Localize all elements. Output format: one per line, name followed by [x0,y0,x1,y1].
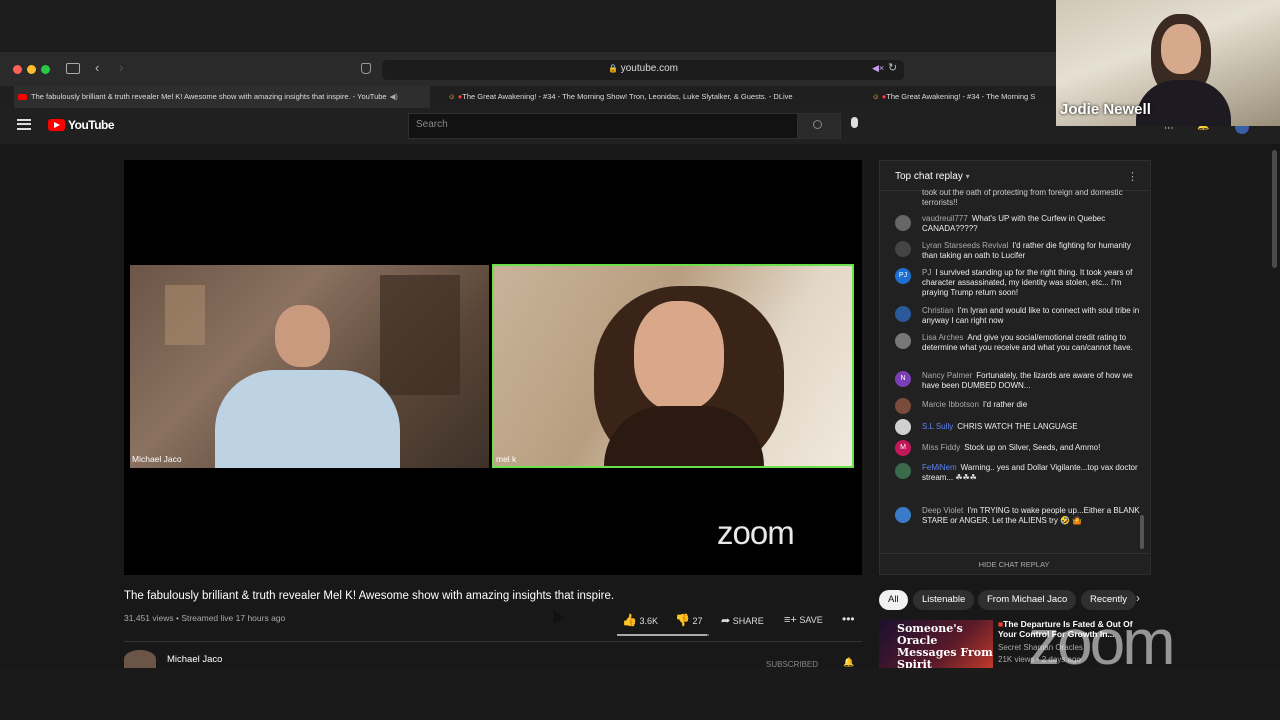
share-arrow-icon: ➦ [721,615,731,627]
like-ratio-bar [617,634,709,636]
chat-message: vaudreuil777 What's UP with the Curfew in… [922,214,1106,233]
chat-message: Deep Violet I'm TRYING to wake people up.… [922,506,1140,525]
forward-arrow-icon[interactable]: › [119,60,123,75]
video-meta: 31,451 views • Streamed live 17 hours ag… [124,613,286,623]
page-scrollbar[interactable] [1272,150,1277,268]
more-actions-icon[interactable]: ••• [842,612,855,626]
search-placeholder: Search [416,119,448,130]
sidebar-toggle-icon[interactable] [66,63,80,74]
chat-divider [879,553,1149,554]
playlist-add-icon: ≡+ [784,614,797,626]
chat-menu-icon[interactable]: ⋮ [1127,170,1138,183]
chip-all[interactable]: All [879,590,908,610]
reload-icon[interactable]: ↻ [888,61,897,74]
participant-video-left [130,265,489,468]
video-title: The fabulously brilliant & truth reveale… [124,590,615,602]
thumbnail-text: Someone's Oracle Messages From Spirit [897,622,993,669]
chat-message: FeMiNem Warning.. yes and Dollar Vigilant… [922,463,1138,482]
emoji-favicon-icon: ☺ [872,92,880,101]
save-button[interactable]: ≡+ SAVE [784,614,823,626]
address-bar-text: 🔒 youtube.com [607,63,678,74]
chat-avatar [895,463,911,479]
zoom-logo: zoom [717,514,795,551]
chat-message: S.L Sully CHRIS WATCH THE LANGUAGE [922,422,1078,431]
speaker-icon[interactable]: ◀) [390,92,398,101]
zoom-watermark: zoom [1028,606,1175,678]
chat-avatar [895,215,911,231]
chat-message: Lisa Arches And give you social/emotional… [922,333,1133,352]
participant-name-left: Michael Jaco [132,454,182,464]
channel-name[interactable]: Michael Jaco [167,654,222,665]
search-input[interactable] [408,113,798,139]
thumbs-up-icon: 👍 [622,613,637,627]
hide-chat-button[interactable]: HIDE CHAT REPLAY [879,560,1149,569]
caret-down-icon: ▾ [965,172,970,181]
speaker-muted-icon[interactable]: ◀× [872,63,884,74]
thumbs-down-icon: 👎 [675,613,690,627]
tab-dlive-2[interactable]: ☺ ●The Great Awakening! - #34 - The Morn… [872,86,1056,108]
privacy-shield-icon[interactable] [361,63,371,74]
divider [124,641,862,642]
youtube-logo-icon[interactable] [48,119,65,131]
channel-avatar[interactable] [124,650,156,668]
lock-icon: 🔒 [607,64,618,73]
chat-message: Miss Fiddy Stock up on Silver, Seeds, and… [922,443,1101,452]
search-button[interactable] [797,113,841,139]
chat-avatar: M [895,440,911,456]
chat-avatar [895,241,911,257]
chevron-right-icon[interactable]: › [1136,591,1140,605]
maximize-window-button[interactable] [41,65,50,74]
search-icon [813,120,822,129]
chat-message: Marcie Ibbotson I'd rather die [922,400,1028,409]
back-arrow-icon[interactable]: ‹ [95,60,99,75]
chat-avatar [895,333,911,349]
youtube-logo-text[interactable]: YouTube [68,118,115,132]
chat-avatar [895,507,911,523]
chat-avatar: PJ [895,268,911,284]
chat-message: took out the oath of protecting from for… [922,188,1123,207]
like-button[interactable]: 👍 3.6K [622,613,658,627]
emoji-favicon-icon: ☺ [448,92,456,101]
tab-dlive-1[interactable]: ☺ ●The Great Awakening! - #34 - The Morn… [448,86,844,108]
chat-avatar [895,306,911,322]
overlay-participant-name: Jodie Newell [1060,101,1151,118]
share-button[interactable]: ➦ SHARE [721,614,764,627]
chat-message: Nancy Palmer Fortunately, the lizards are… [922,371,1133,390]
chip-listenable[interactable]: Listenable [913,590,975,610]
close-window-button[interactable] [13,65,22,74]
tab-youtube[interactable]: The fabulously brilliant & truth reveale… [14,86,430,108]
chat-message: Christian I'm lyran and would like to con… [922,306,1140,325]
chat-message: Lyran Starseeds Revival I'd rather die fi… [922,241,1131,260]
dislike-button[interactable]: 👎 27 [675,613,702,627]
chat-avatar [895,419,911,435]
microphone-icon[interactable] [851,117,858,128]
participant-name-right: mel k [496,454,517,464]
youtube-favicon-icon [18,94,27,101]
participant-video-right [492,264,854,468]
minimize-window-button[interactable] [27,65,36,74]
notification-bell-icon[interactable]: 🔔 [843,657,854,668]
chat-avatar [895,398,911,414]
chat-filter-dropdown[interactable]: Top chat replay ▾ [895,171,970,182]
hamburger-menu-icon[interactable] [17,119,31,130]
desktop-bottom-band [0,668,1280,720]
chat-avatar: N [895,371,911,387]
chat-scrollbar[interactable] [1140,515,1144,549]
chat-message: PJ I survived standing up for the right t… [922,268,1133,297]
related-thumbnail[interactable]: Someone's Oracle Messages From Spirit [879,620,993,668]
